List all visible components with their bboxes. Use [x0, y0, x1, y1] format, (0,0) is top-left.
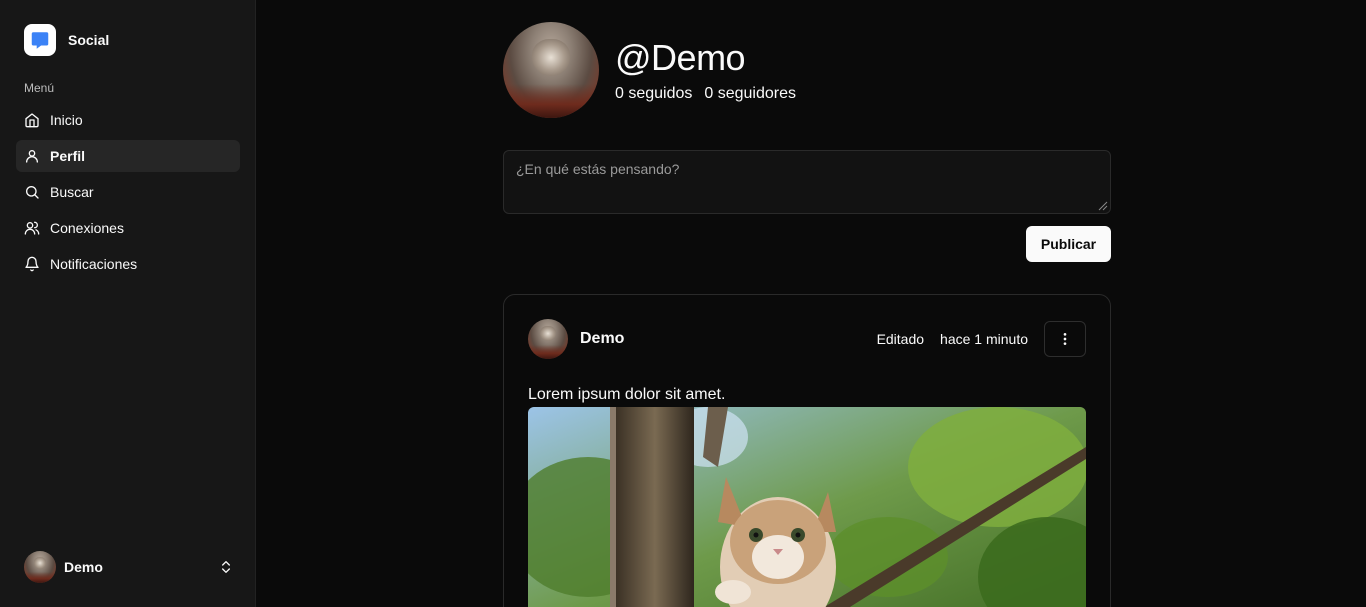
post-meta: Editado hace 1 minuto — [877, 331, 1028, 347]
post-text: Lorem ipsum dolor sit amet. — [528, 386, 726, 403]
user-name: Demo — [64, 559, 103, 575]
sidebar-item-inicio[interactable]: Inicio — [16, 104, 240, 136]
following-count[interactable]: 0 seguidos — [615, 85, 692, 103]
post-image[interactable] — [528, 407, 1086, 607]
profile-stats: 0 seguidos 0 seguidores — [615, 85, 796, 103]
edited-label: Editado — [876, 331, 925, 347]
sidebar-item-perfil[interactable]: Perfil — [16, 140, 240, 172]
post-card: Demo Editado hace 1 minuto Lorem ipsum d… — [503, 294, 1111, 607]
app-name: Social — [68, 32, 110, 48]
sidebar-item-label: Buscar — [50, 184, 94, 200]
sidebar-item-label: Conexiones — [50, 220, 124, 236]
bell-icon — [25, 256, 39, 272]
profile-avatar — [503, 22, 599, 118]
sidebar-item-label: Perfil — [50, 148, 86, 164]
user-icon — [26, 150, 38, 163]
brand[interactable]: Social — [24, 24, 109, 56]
sidebar: Social Menú Inicio Perfil Buscar Conexio… — [0, 0, 256, 607]
user-menu-button[interactable]: Demo — [24, 551, 234, 583]
avatar — [24, 551, 56, 583]
more-vertical-icon — [1063, 333, 1067, 345]
sidebar-item-label: Inicio — [50, 112, 83, 128]
home-icon — [25, 113, 39, 128]
profile-handle: @Demo — [615, 37, 746, 78]
search-icon — [26, 186, 39, 199]
chat-logo-icon — [24, 24, 56, 56]
post-composer-input[interactable] — [503, 150, 1111, 214]
post-options-button[interactable] — [1044, 321, 1086, 357]
post-timestamp: hace 1 minuto — [940, 331, 1028, 347]
sidebar-item-notificaciones[interactable]: Notificaciones — [16, 248, 240, 280]
post-author-name[interactable]: Demo — [580, 330, 877, 348]
publish-button[interactable]: Publicar — [1026, 226, 1111, 262]
followers-count[interactable]: 0 seguidores — [704, 85, 796, 103]
sidebar-nav: Inicio Perfil Buscar Conexiones Notifica… — [16, 104, 240, 284]
resize-grip-icon[interactable] — [1096, 199, 1108, 211]
post-author-avatar[interactable] — [528, 319, 568, 359]
post-header: Demo Editado hace 1 minuto — [528, 319, 1086, 359]
sidebar-item-conexiones[interactable]: Conexiones — [16, 212, 240, 244]
profile-header: @Demo 0 seguidos 0 seguidores — [503, 22, 796, 118]
sidebar-item-buscar[interactable]: Buscar — [16, 176, 240, 208]
menu-label: Menú — [24, 81, 55, 95]
users-icon — [24, 221, 40, 235]
kitten-in-tree-image — [528, 407, 1086, 607]
sidebar-item-label: Notificaciones — [50, 256, 138, 272]
chevrons-up-down-icon — [222, 561, 230, 573]
